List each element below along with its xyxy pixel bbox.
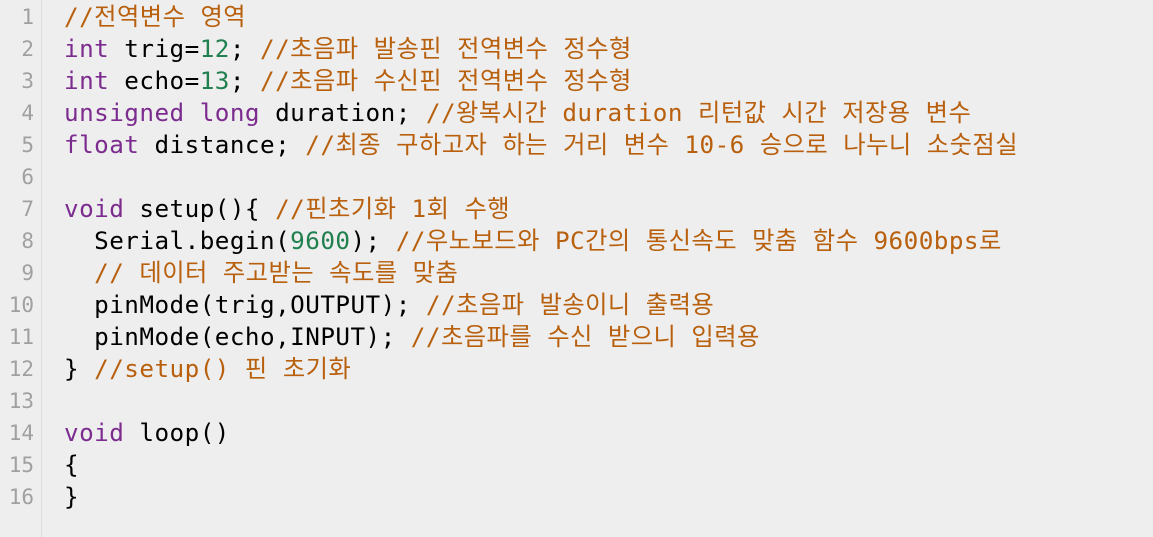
code-text[interactable]: unsigned long duration; //왕복시간 duration …: [64, 97, 971, 129]
code-token: ;: [229, 66, 261, 95]
number-token: 12: [199, 34, 230, 63]
code-line[interactable]: 2 int trig=12; //초음파 발송핀 전역변수 정수형: [0, 33, 1153, 65]
comment-token: //초음파 수신핀 전역변수 정수형: [260, 66, 632, 95]
code-token: setup(){: [124, 194, 276, 223]
code-text[interactable]: void loop(): [64, 417, 230, 449]
comment-token: //최종 구하고자 하는 거리 변수 10-6 승으로 나누니 소숫점실: [305, 130, 1019, 159]
line-number: 13: [8, 389, 34, 413]
code-line[interactable]: 15 {: [0, 449, 1153, 481]
comment-token: //setup() 핀 초기화: [94, 354, 352, 383]
code-token: ;: [229, 34, 261, 63]
line-number: 3: [21, 69, 34, 93]
code-text[interactable]: // 데이터 주고받는 속도를 맞춤: [64, 257, 458, 289]
comment-token: //전역변수 영역: [64, 2, 247, 31]
code-text[interactable]: //전역변수 영역: [64, 1, 246, 33]
code-token: {: [64, 450, 80, 479]
comment-token: //초음파 발송이니 출력용: [425, 290, 715, 319]
code-text[interactable]: pinMode(trig,OUTPUT); //초음파 발송이니 출력용: [64, 289, 714, 321]
code-line[interactable]: 8 Serial.begin(9600); //우노보드와 PC간의 통신속도 …: [0, 225, 1153, 257]
comment-token: //초음파를 수신 받으니 입력용: [410, 322, 760, 351]
code-line[interactable]: 14 void loop(): [0, 417, 1153, 449]
code-line[interactable]: 3 int echo=13; //초음파 수신핀 전역변수 정수형: [0, 65, 1153, 97]
line-number: 4: [21, 101, 34, 125]
line-number: 7: [21, 197, 34, 221]
code-text[interactable]: void setup(){ //핀초기화 1회 수행: [64, 193, 510, 225]
code-line[interactable]: 1 //전역변수 영역: [0, 1, 1153, 33]
keyword-token: unsigned: [64, 98, 185, 127]
code-line[interactable]: 9 // 데이터 주고받는 속도를 맞춤: [0, 257, 1153, 289]
code-text[interactable]: int trig=12; //초음파 발송핀 전역변수 정수형: [64, 33, 632, 65]
keyword-token: void: [64, 418, 125, 447]
keyword-token: int: [64, 34, 110, 63]
code-token: duration;: [260, 98, 426, 127]
code-line[interactable]: 6: [0, 161, 1153, 193]
comment-token: //왕복시간 duration 리턴값 시간 저장용 변수: [425, 98, 972, 127]
code-text[interactable]: pinMode(echo,INPUT); //초음파를 수신 받으니 입력용: [64, 321, 760, 353]
code-text[interactable]: {: [64, 449, 79, 481]
comment-token: //핀초기화 1회 수행: [275, 194, 511, 223]
code-token: );: [350, 226, 396, 255]
code-token: }: [64, 482, 80, 511]
line-number: 10: [8, 293, 34, 317]
code-token: Serial.begin(: [64, 226, 291, 255]
line-number: 15: [8, 453, 34, 477]
code-token: }: [64, 354, 95, 383]
code-token: pinMode(trig,OUTPUT);: [64, 290, 426, 319]
line-number: 6: [21, 165, 34, 189]
number-token: 13: [199, 66, 230, 95]
code-line[interactable]: 5 float distance; //최종 구하고자 하는 거리 변수 10-6…: [0, 129, 1153, 161]
comment-token: //초음파 발송핀 전역변수 정수형: [260, 34, 632, 63]
code-token: echo=: [109, 66, 200, 95]
code-token: trig=: [109, 34, 200, 63]
code-text[interactable]: }: [64, 481, 79, 513]
line-number: 2: [21, 37, 34, 61]
line-number: 11: [8, 325, 34, 349]
keyword-token: float: [64, 130, 140, 159]
code-line[interactable]: 12} //setup() 핀 초기화: [0, 353, 1153, 385]
code-text[interactable]: Serial.begin(9600); //우노보드와 PC간의 통신속도 맞춤…: [64, 225, 1002, 257]
keyword-token: long: [199, 98, 261, 127]
line-number: 14: [8, 421, 34, 445]
code-token: loop(): [124, 418, 230, 447]
code-line[interactable]: 13: [0, 385, 1153, 417]
code-text[interactable]: int echo=13; //초음파 수신핀 전역변수 정수형: [64, 65, 632, 97]
line-number: 16: [8, 485, 34, 509]
keyword-token: int: [64, 66, 110, 95]
code-text[interactable]: } //setup() 핀 초기화: [64, 353, 351, 385]
code-token: distance;: [139, 130, 306, 159]
code-text[interactable]: float distance; //최종 구하고자 하는 거리 변수 10-6 …: [64, 129, 1018, 161]
number-token: 9600: [290, 226, 351, 255]
line-number: 1: [21, 5, 34, 29]
code-line[interactable]: 10 pinMode(trig,OUTPUT); //초음파 발송이니 출력용: [0, 289, 1153, 321]
line-number: 12: [8, 357, 34, 381]
line-number: 5: [21, 133, 34, 157]
code-line[interactable]: 11 pinMode(echo,INPUT); //초음파를 수신 받으니 입력…: [0, 321, 1153, 353]
code-editor[interactable]: 1//전역변수 영역 2 int trig=12; //초음파 발송핀 전역변수 정…: [0, 0, 1153, 537]
comment-token: //우노보드와 PC간의 통신속도 맞춤 함수 9600bps로: [395, 226, 1002, 255]
line-number: 8: [21, 229, 34, 253]
code-line[interactable]: 16}: [0, 481, 1153, 513]
line-number: 9: [21, 261, 34, 285]
code-line[interactable]: 7 void setup(){ //핀초기화 1회 수행: [0, 193, 1153, 225]
code-token: pinMode(echo,INPUT);: [64, 322, 411, 351]
comment-token: // 데이터 주고받는 속도를 맞춤: [64, 258, 459, 287]
keyword-token: void: [64, 194, 125, 223]
code-line[interactable]: 4 unsigned long duration; //왕복시간 duration…: [0, 97, 1153, 129]
